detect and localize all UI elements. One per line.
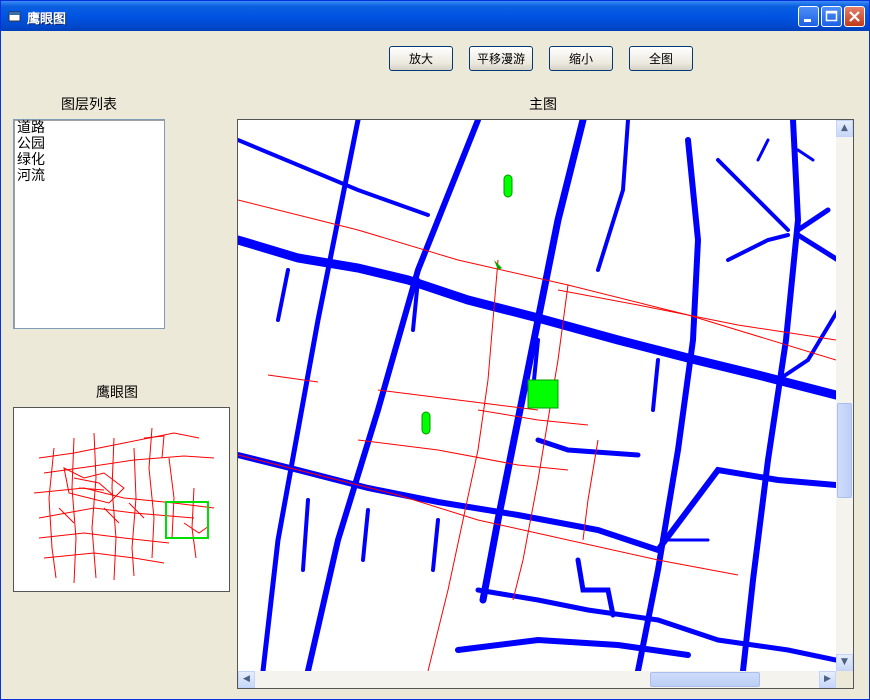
main-map[interactable]: ▲ ▼ ◀ ▶ [237, 119, 854, 689]
close-icon [849, 11, 860, 22]
client-area: 放大 平移漫游 缩小 全图 图层列表 道路 公园 绿化 河流 鹰眼图 主图 ▲ … [4, 31, 866, 697]
layer-listbox[interactable]: 道路 公园 绿化 河流 [13, 119, 165, 329]
maximize-button[interactable] [821, 6, 842, 27]
vertical-scrollbar[interactable]: ▲ ▼ [836, 120, 853, 671]
window-title: 鹰眼图 [27, 12, 67, 27]
maximize-icon [825, 10, 838, 22]
minimize-icon [804, 19, 811, 22]
park-polygon [527, 379, 559, 409]
app-icon [8, 11, 21, 22]
scroll-left-button[interactable]: ◀ [238, 671, 255, 688]
horizontal-scrollbar[interactable]: ◀ ▶ [238, 671, 836, 688]
layer-list-title: 图层列表 [61, 97, 117, 113]
green-area-west [421, 411, 431, 435]
main-map-title: 主图 [529, 97, 557, 113]
close-button[interactable] [844, 6, 865, 27]
scroll-up-button[interactable]: ▲ [836, 120, 853, 137]
minimize-button[interactable] [798, 6, 819, 27]
layer-item-rivers[interactable]: 河流 [14, 168, 164, 184]
layer-item-roads[interactable]: 道路 [14, 120, 164, 136]
application-window: 鹰眼图 放大 平移漫游 缩小 全图 图层列表 道路 公园 绿化 河流 鹰眼图 主… [0, 0, 870, 700]
zoom-out-button[interactable]: 缩小 [549, 46, 613, 71]
pan-button[interactable]: 平移漫游 [469, 46, 533, 71]
green-area-north [503, 174, 513, 198]
overview-title: 鹰眼图 [96, 385, 138, 401]
overview-map[interactable] [13, 407, 230, 592]
scrollbar-corner [836, 671, 853, 688]
scroll-down-button[interactable]: ▼ [836, 654, 853, 671]
zoom-in-button[interactable]: 放大 [389, 46, 453, 71]
layer-item-greenery[interactable]: 绿化 [14, 152, 164, 168]
layer-item-parks[interactable]: 公园 [14, 136, 164, 152]
scroll-right-button[interactable]: ▶ [819, 671, 836, 688]
horizontal-scroll-thumb[interactable] [650, 672, 760, 687]
main-map-canvas[interactable] [238, 120, 836, 671]
title-bar[interactable]: 鹰眼图 [1, 1, 869, 31]
overview-map-canvas [33, 427, 215, 584]
vertical-scroll-thumb[interactable] [837, 403, 852, 498]
full-extent-button[interactable]: 全图 [629, 46, 693, 71]
